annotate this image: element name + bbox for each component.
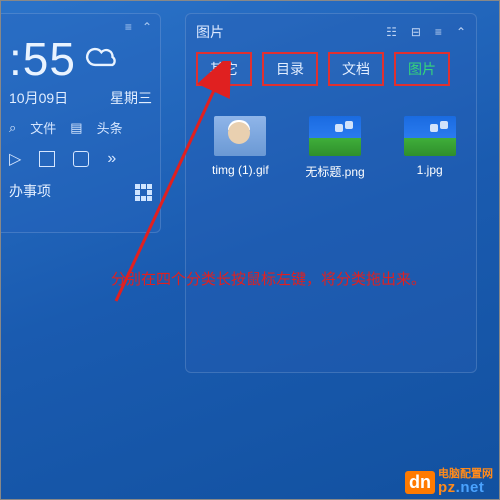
panel-header: 图片 ☷ ⊟ ≡ ⌃ [196, 22, 466, 42]
menu-icon[interactable]: ≡ [125, 20, 132, 34]
widget-shortcuts: ⌕ 文件 ▤ 头条 [9, 118, 152, 137]
collapse-icon[interactable]: ⌃ [142, 20, 152, 34]
panel-header-icons: ☷ ⊟ ≡ ⌃ [386, 25, 466, 39]
headlines-link[interactable]: 头条 [97, 118, 123, 137]
list-item[interactable]: 无标题.png [299, 116, 372, 180]
thumbnail-image [309, 116, 361, 156]
todo-row: 办事项 [9, 181, 152, 201]
date-row: 10月09日 星期三 [9, 88, 152, 108]
more-icon[interactable]: » [107, 150, 113, 168]
list-item[interactable]: 1.jpg [393, 116, 466, 180]
doc-icon[interactable]: ▤ [70, 120, 82, 136]
thumbnail-image [404, 116, 456, 156]
thumbnail-image [214, 116, 266, 156]
thumbnail-caption: 无标题.png [305, 163, 364, 180]
list-item[interactable]: timg (1).gif [204, 116, 277, 180]
watermark-text: 电脑配置网 pz.net [438, 469, 493, 495]
annotation-text: 分别在四个分类长按鼠标左键，将分类拖出来。 [111, 266, 461, 295]
thumbnail-caption: 1.jpg [417, 163, 443, 177]
tab-other[interactable]: 其它 [196, 52, 252, 86]
lock-icon[interactable]: ⊟ [411, 25, 421, 39]
widget-top-controls: ≡ ⌃ [9, 20, 152, 34]
clock-row: :55 [9, 36, 152, 82]
todo-label[interactable]: 办事项 [9, 181, 51, 201]
panel-collapse-icon[interactable]: ⌃ [456, 25, 466, 39]
tab-directory[interactable]: 目录 [262, 52, 318, 86]
category-tabs: 其它 目录 文档 图片 [196, 52, 466, 86]
panel-menu-icon[interactable]: ≡ [435, 25, 442, 39]
pictures-panel: 图片 ☷ ⊟ ≡ ⌃ 其它 目录 文档 图片 timg (1).gif 无标题.… [185, 13, 477, 373]
grid-icon[interactable] [73, 151, 89, 167]
watermark: dn 电脑配置网 pz.net [405, 469, 493, 495]
thumbnail-grid: timg (1).gif 无标题.png 1.jpg [196, 116, 466, 180]
weather-cloud-icon[interactable] [84, 38, 122, 81]
square-icon[interactable] [39, 151, 55, 167]
watermark-en: pz.net [438, 480, 493, 495]
thumbnail-caption: timg (1).gif [212, 163, 269, 177]
watermark-badge: dn [405, 471, 435, 494]
file-link[interactable]: 文件 [30, 118, 56, 137]
panel-title: 图片 [196, 22, 224, 42]
date-label: 10月09日 [9, 88, 68, 108]
view-list-icon[interactable]: ☷ [386, 25, 397, 39]
widget-icon-row: ▷ » [9, 149, 152, 169]
tab-documents[interactable]: 文档 [328, 52, 384, 86]
qr-icon[interactable] [135, 184, 152, 201]
clock-time: :55 [9, 36, 76, 82]
arrow-icon[interactable]: ▷ [9, 149, 21, 169]
tab-pictures[interactable]: 图片 [394, 52, 450, 86]
desktop-widget: ≡ ⌃ :55 10月09日 星期三 ⌕ 文件 ▤ 头条 ▷ » 办事项 [1, 13, 161, 233]
search-icon[interactable]: ⌕ [9, 120, 16, 136]
weekday-label: 星期三 [110, 88, 152, 108]
